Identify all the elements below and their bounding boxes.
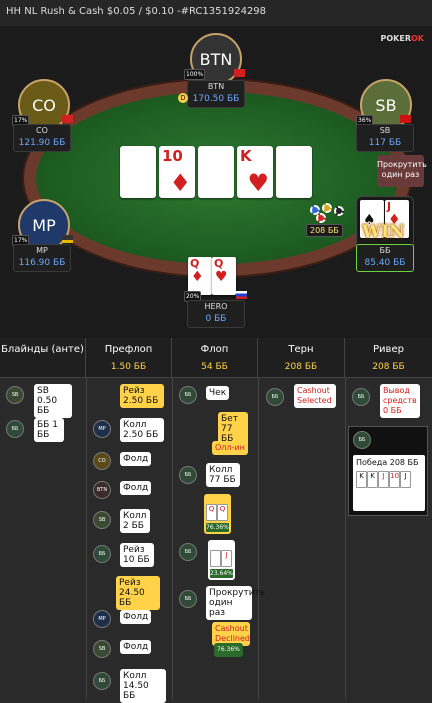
table-area: HH NL Rush & Cash $0.05 / $0.10 -#RC1351… bbox=[0, 0, 432, 338]
position-badge: ББ bbox=[352, 388, 370, 406]
hero-hole-card: Q ♦ bbox=[188, 257, 212, 295]
position-badge: BTN bbox=[93, 481, 111, 499]
flag-icon bbox=[236, 291, 247, 299]
pot-amount: 208 ББ bbox=[306, 224, 343, 237]
position-badge: ББ bbox=[179, 386, 197, 404]
position-badge: ББ bbox=[179, 590, 197, 608]
plate-mp: MP 116.90 ББ bbox=[13, 244, 71, 272]
equity-bb: KJ 23.64% bbox=[208, 540, 235, 580]
col-turn: Терн 208 ББ bbox=[258, 338, 345, 378]
plate-btn: BTN 170.50 ББ bbox=[187, 80, 245, 108]
equity-label: 76.36% bbox=[214, 643, 243, 657]
street-header: Блайнды (анте) Префлоп 1.50 ББ Флоп 54 ББ … bbox=[0, 338, 432, 378]
mini-card: Q bbox=[217, 504, 228, 521]
withdraw-bubble: Вывод средств 0 ББ bbox=[380, 384, 420, 418]
action-bubble: Колл 77 ББ bbox=[206, 463, 240, 487]
board-card: K ♥ bbox=[237, 146, 273, 198]
position-badge: ББ bbox=[353, 431, 371, 449]
action-bubble: SB 0.50 ББ bbox=[34, 384, 72, 418]
plate-bb: ББ 85.40 ББ bbox=[356, 244, 414, 272]
position-badge: ББ bbox=[93, 672, 111, 690]
position-badge: ББ bbox=[93, 545, 111, 563]
board-card: J ♣ bbox=[198, 146, 234, 198]
mini-card: K bbox=[210, 550, 221, 567]
mini-card: J bbox=[400, 471, 411, 488]
action-bubble: Колл 14.50 ББ bbox=[120, 669, 166, 703]
action-bubble: Фолд bbox=[120, 610, 152, 624]
action-bubble: Фолд bbox=[120, 481, 152, 495]
btn-percent-badge: 100% bbox=[184, 69, 206, 80]
action-bubble: Рейз 24.50 ББ bbox=[116, 576, 160, 610]
col-river: Ривер 208 ББ bbox=[372, 344, 405, 372]
action-bubble: Рейз 10 ББ bbox=[120, 543, 154, 567]
win-label: WIN bbox=[362, 222, 405, 242]
plate-hero: HERO 0 ББ bbox=[187, 300, 245, 328]
win-box: ББ Победа 208 ББ K K J 10 J bbox=[348, 426, 428, 516]
position-badge: SB bbox=[93, 640, 111, 658]
action-bubble: ББ 1 ББ bbox=[34, 418, 64, 442]
chip-icon bbox=[316, 213, 326, 223]
action-bubble: Рейз 2.50 ББ bbox=[120, 384, 164, 408]
action-history: SB SB 0.50 ББ ББ ББ 1 ББ Рейз 2.50 ББ MP… bbox=[0, 378, 432, 703]
chip-icon bbox=[322, 203, 332, 213]
board-card: 10 ♦ bbox=[159, 146, 195, 198]
col-blinds: Блайнды (анте) bbox=[0, 338, 86, 378]
equity-hero: QQ 76.36% bbox=[204, 494, 231, 534]
action-bubble: Колл 2.50 ББ bbox=[120, 418, 164, 442]
title-bar: HH NL Rush & Cash $0.05 / $0.10 -#RC1351… bbox=[0, 0, 432, 26]
flag-icon bbox=[62, 235, 73, 243]
mini-card: K bbox=[367, 471, 378, 488]
col-flop: Флоп 54 ББ bbox=[172, 338, 258, 378]
chip-icon bbox=[334, 206, 344, 216]
action-bubble: Фолд bbox=[120, 452, 152, 466]
dealer-button-icon: D bbox=[178, 93, 188, 103]
flag-icon bbox=[234, 69, 245, 77]
cashout-bubble: Cashout Selected bbox=[294, 384, 336, 408]
mini-card: J bbox=[378, 471, 389, 488]
action-bubble: Фолд bbox=[120, 640, 152, 654]
plate-sb: SB 117 ББ bbox=[356, 124, 414, 152]
position-badge: ББ bbox=[6, 420, 24, 438]
position-badge: MP bbox=[93, 420, 111, 438]
mini-card: J bbox=[221, 550, 232, 567]
allin-bubble: Олл-ин bbox=[212, 441, 248, 455]
win-summary: Победа 208 ББ K K J 10 J bbox=[353, 455, 425, 511]
board-card: 6 ♣ bbox=[120, 146, 156, 198]
position-badge: SB bbox=[93, 511, 111, 529]
position-badge: SB bbox=[6, 386, 24, 404]
sb-action-label: Прокрутить один раз bbox=[377, 155, 427, 187]
action-bubble: Чек bbox=[206, 386, 230, 400]
action-bubble: Прокрутить один раз bbox=[206, 586, 265, 620]
hand-title: HH NL Rush & Cash $0.05 / $0.10 -#RC1351… bbox=[6, 6, 267, 17]
position-badge: MP bbox=[93, 610, 111, 628]
action-bubble: Колл 2 ББ bbox=[120, 509, 150, 533]
mini-card: K bbox=[356, 471, 367, 488]
position-badge: ББ bbox=[266, 388, 284, 406]
col-preflop: Префлоп 1.50 ББ bbox=[86, 338, 172, 378]
position-badge: CO bbox=[93, 452, 111, 470]
position-badge: ББ bbox=[179, 543, 197, 561]
hero-hole-card: Q ♥ bbox=[212, 257, 236, 295]
mini-card: Q bbox=[206, 504, 217, 521]
mini-card: 10 bbox=[389, 471, 400, 488]
board-card: 7 ♠ bbox=[276, 146, 312, 198]
plate-co: CO 121.90 ББ bbox=[13, 124, 71, 152]
pokerok-logo: POKEROK bbox=[380, 34, 425, 43]
position-badge: ББ bbox=[179, 466, 197, 484]
flag-icon bbox=[62, 115, 73, 123]
flag-icon bbox=[400, 115, 411, 123]
